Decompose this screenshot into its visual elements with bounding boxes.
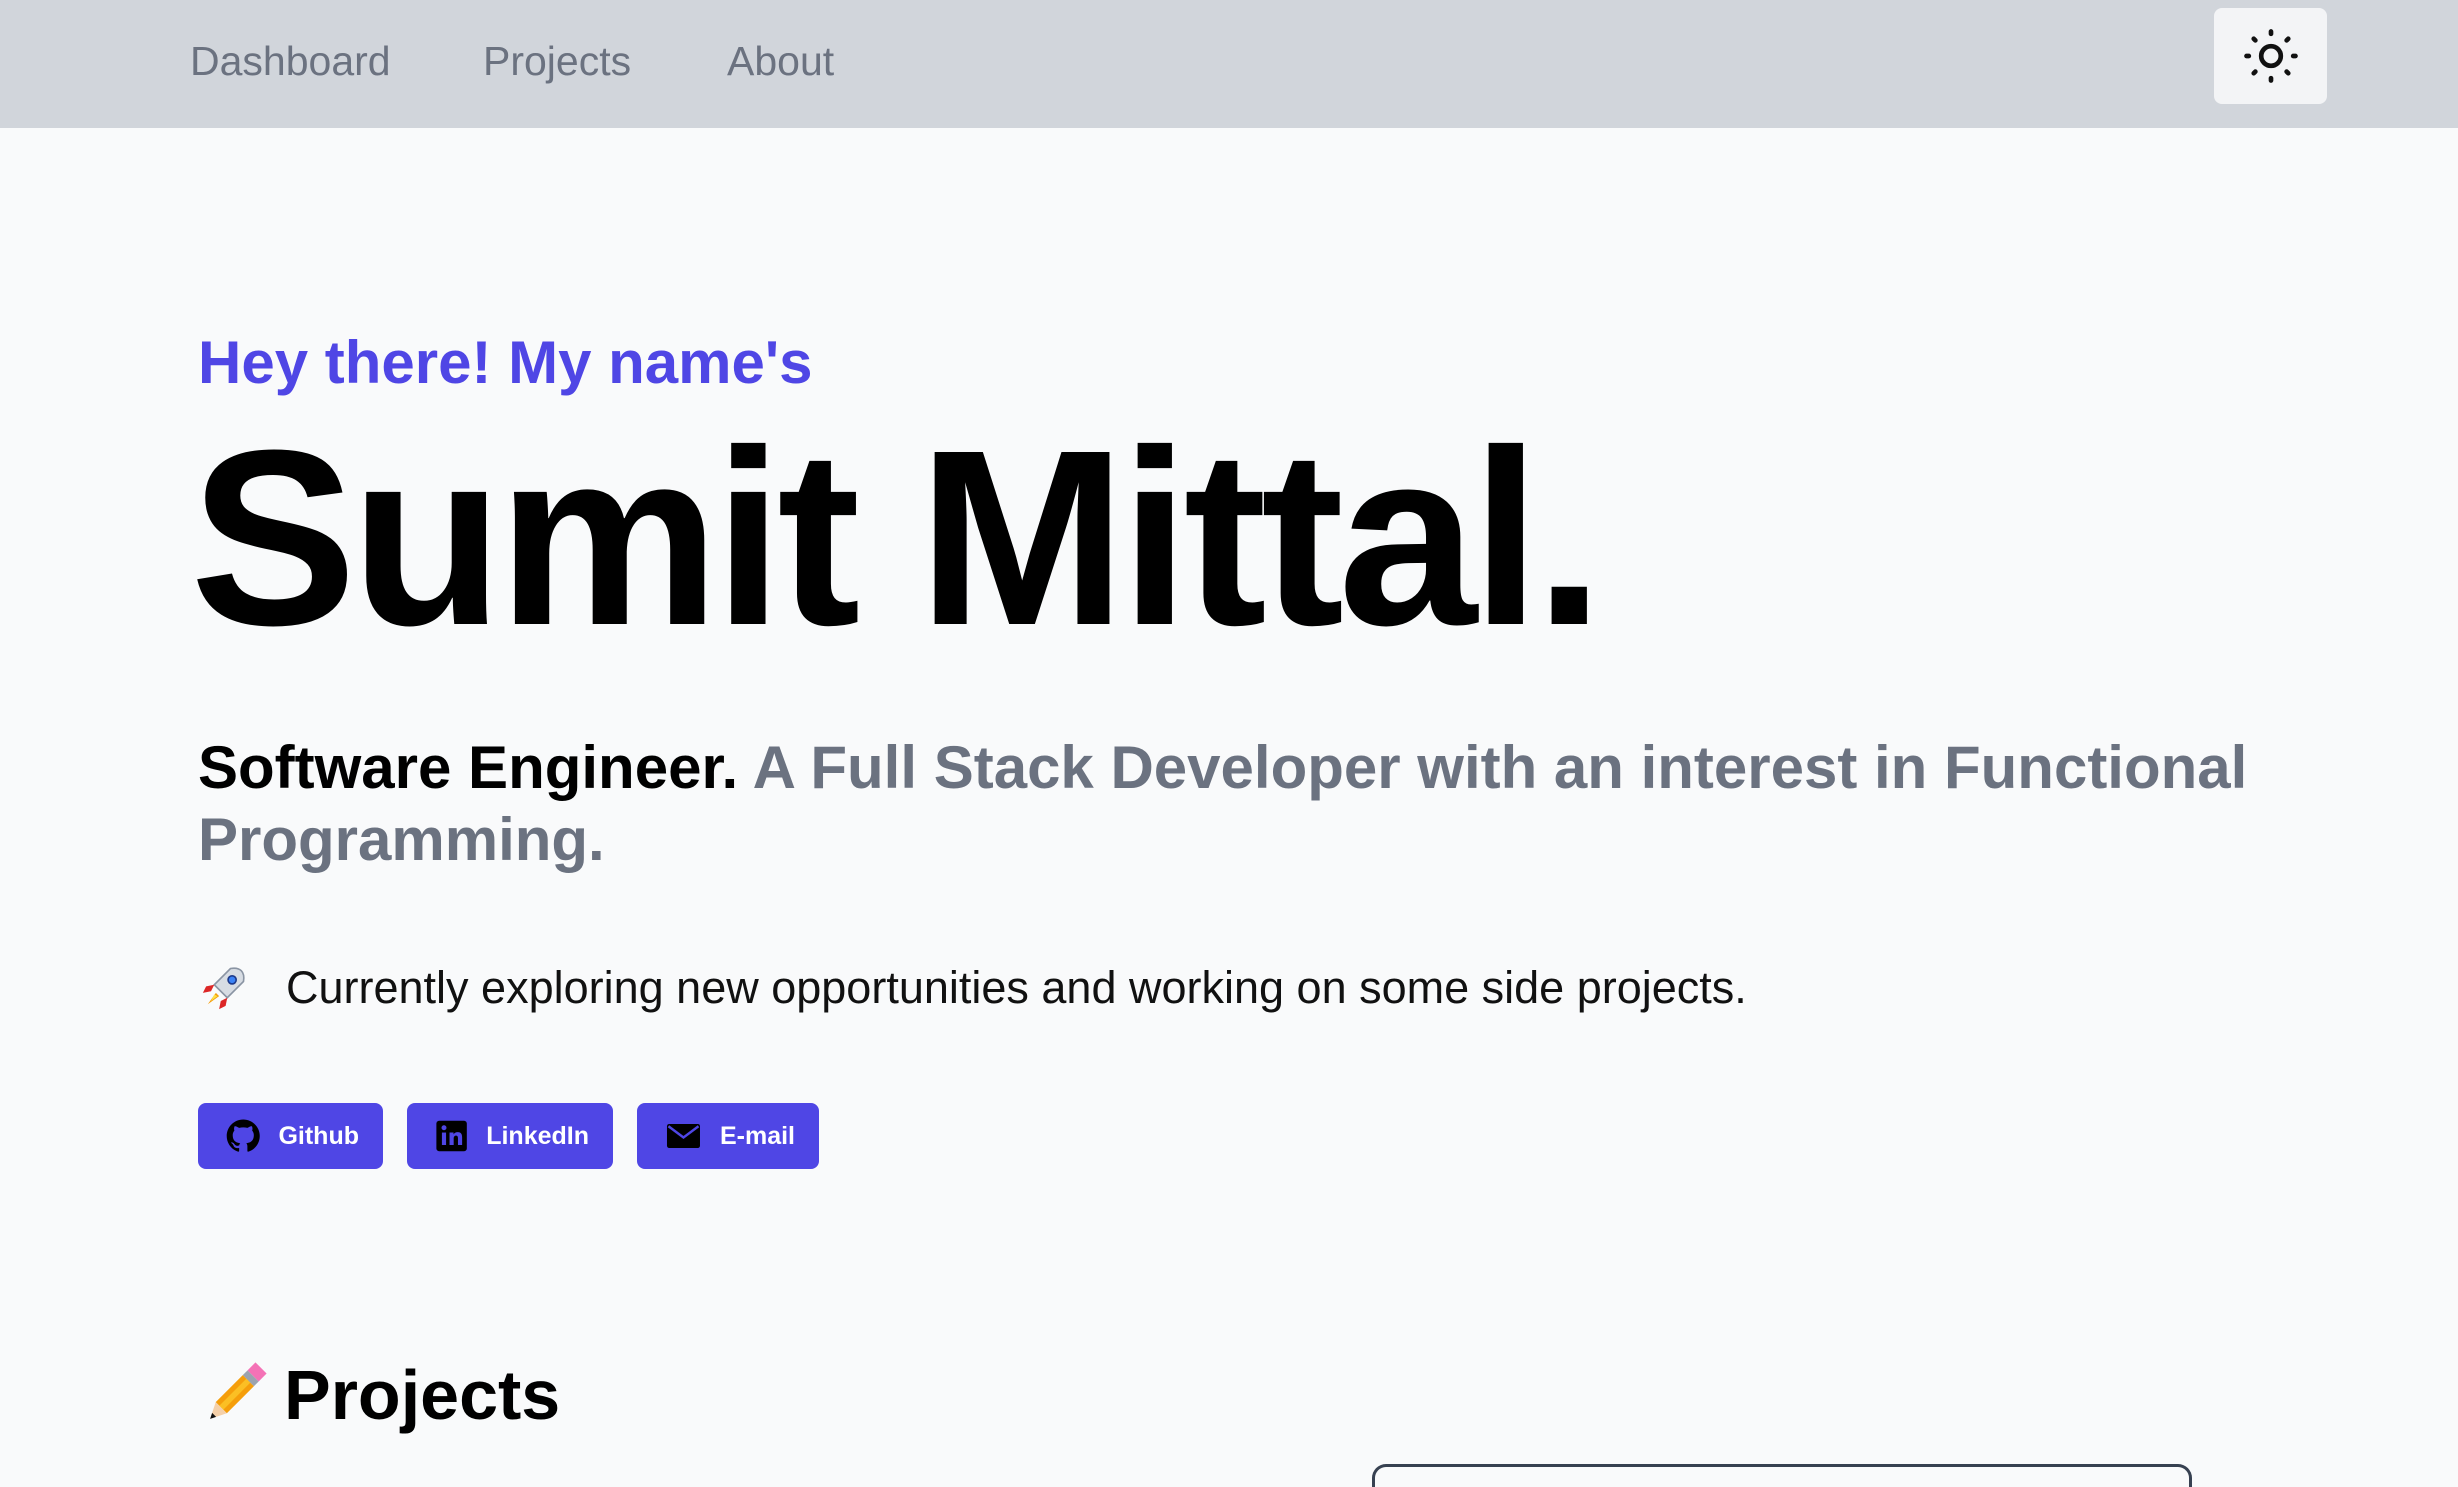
nav-link-about[interactable]: About <box>727 34 834 88</box>
hero-tagline: Software Engineer. A Full Stack Develope… <box>198 732 2258 876</box>
status-text: Currently exploring new opportunities an… <box>286 962 1747 1013</box>
email-button[interactable]: E-mail <box>637 1103 819 1169</box>
linkedin-label: LinkedIn <box>486 1121 589 1150</box>
hero-name: Sumit Mittal. <box>190 398 1604 677</box>
sun-icon <box>2243 29 2298 83</box>
project-card[interactable] <box>1372 1464 2192 1487</box>
status-line: Currently exploring new opportunities an… <box>198 958 1747 1018</box>
hero-role: Software Engineer. <box>198 734 739 801</box>
github-icon <box>226 1119 260 1152</box>
projects-heading: Projects <box>198 1350 560 1440</box>
linkedin-icon <box>436 1120 467 1152</box>
nav-link-projects[interactable]: Projects <box>483 34 631 88</box>
nav-link-dashboard[interactable]: Dashboard <box>190 34 391 88</box>
github-label: Github <box>278 1121 359 1150</box>
projects-title: Projects <box>284 1356 561 1434</box>
linkedin-button[interactable]: LinkedIn <box>407 1103 613 1169</box>
top-navbar: Dashboard Projects About <box>0 0 2458 128</box>
rocket-icon <box>202 967 245 1010</box>
hero-greeting: Hey there! My name's <box>198 329 813 396</box>
pencil-icon <box>210 1362 267 1419</box>
mail-icon <box>666 1124 700 1148</box>
github-button[interactable]: Github <box>198 1103 383 1169</box>
email-label: E-mail <box>719 1121 795 1150</box>
theme-toggle-button[interactable] <box>2214 8 2327 104</box>
